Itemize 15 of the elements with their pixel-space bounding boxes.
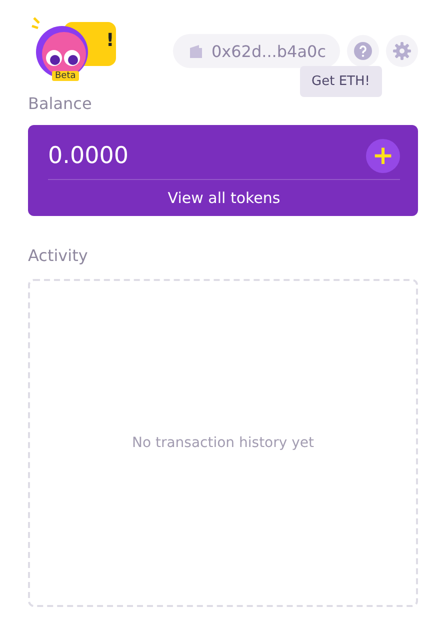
- help-icon: [354, 42, 372, 60]
- alert-mark: !: [106, 30, 114, 51]
- beta-badge: Beta: [52, 71, 79, 81]
- settings-button[interactable]: [386, 35, 418, 67]
- wallet-icon: [189, 44, 204, 58]
- wallet-address-button[interactable]: 0x62d...b4a0c: [173, 34, 340, 68]
- balance-label: Balance: [28, 94, 92, 113]
- get-eth-tooltip: Get ETH!: [300, 66, 382, 97]
- balance-amount: 0.0000: [48, 143, 128, 169]
- view-tokens-link[interactable]: View all tokens: [162, 188, 286, 208]
- empty-message: No transaction history yet: [132, 435, 314, 451]
- settings-icon: [393, 42, 411, 60]
- add-funds-button[interactable]: +: [366, 139, 400, 173]
- help-button[interactable]: [347, 35, 379, 67]
- activity-label: Activity: [28, 246, 88, 265]
